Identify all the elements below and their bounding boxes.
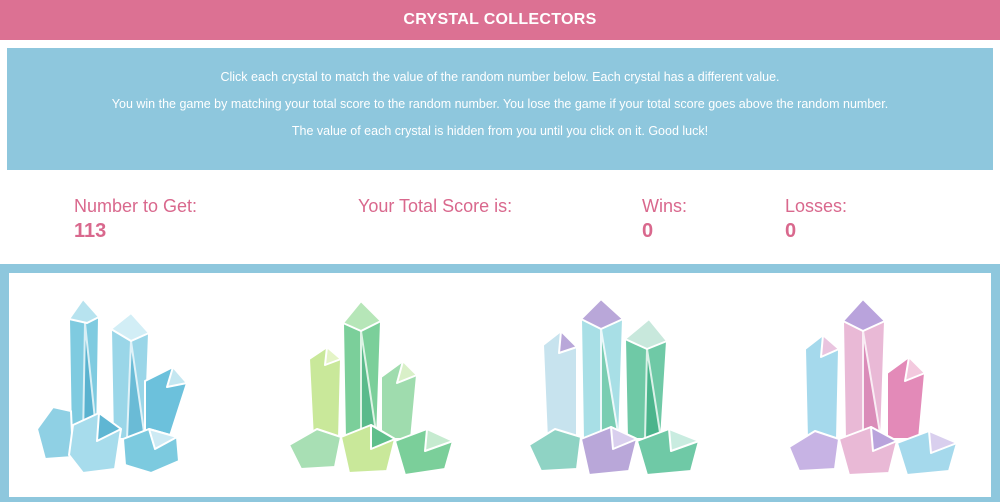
app-header: CRYSTAL COLLECTORS: [0, 0, 1000, 40]
losses-value: 0: [785, 220, 797, 242]
app-title: CRYSTAL COLLECTORS: [403, 11, 597, 28]
crystal-button-4[interactable]: [779, 289, 979, 485]
target-number-label: Number to Get:: [74, 196, 198, 216]
target-number-stat: Number to Get: 113: [74, 196, 197, 242]
crystal-button-3[interactable]: [521, 289, 721, 485]
teal-purple-crystal-cluster-icon: [528, 298, 700, 476]
instructions-panel: Click each crystal to match the value of…: [7, 48, 993, 170]
instruction-line: Click each crystal to match the value of…: [220, 70, 780, 84]
wins-stat: Wins: 0: [642, 196, 687, 242]
blue-crystal-cluster-icon: [36, 289, 188, 474]
losses-stat: Losses: 0: [785, 196, 847, 242]
target-number-value: 113: [74, 220, 107, 242]
wins-value: 0: [642, 220, 654, 242]
wins-label: Wins:: [642, 196, 687, 216]
green-crystal-cluster-icon: [288, 300, 454, 476]
losses-label: Losses:: [785, 196, 848, 216]
pink-purple-crystal-cluster-icon: [788, 298, 958, 476]
crystal-button-1[interactable]: [27, 289, 227, 485]
crystal-button-2[interactable]: [277, 289, 477, 485]
instruction-line: You win the game by matching your total …: [111, 97, 889, 111]
total-score-label: Your Total Score is:: [358, 196, 513, 216]
total-score-stat: Your Total Score is:: [358, 196, 512, 220]
crystal-panel: [0, 264, 1000, 502]
instruction-line: The value of each crystal is hidden from…: [291, 124, 709, 138]
